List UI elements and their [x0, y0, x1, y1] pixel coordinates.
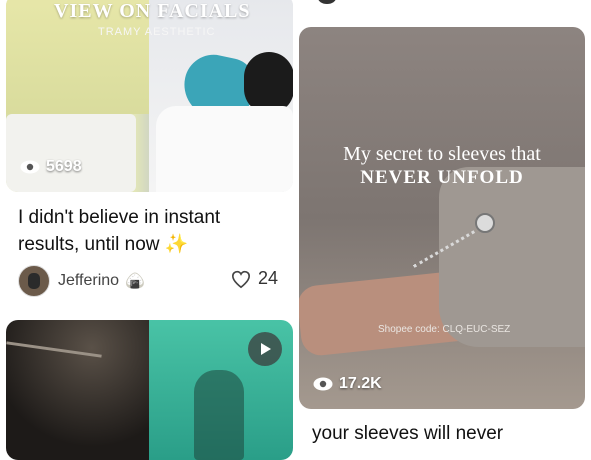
eye-icon — [20, 160, 40, 174]
heart-icon — [231, 270, 251, 288]
view-count: 17.2K — [313, 375, 382, 393]
avatar-partial — [318, 0, 336, 4]
title-line1: your sleeves will never — [312, 423, 504, 444]
overlay-brand: TRAMY AESTHETIC — [98, 26, 216, 38]
view-count: 5698 — [20, 158, 82, 176]
like-count: 24 — [258, 268, 279, 288]
eye-icon — [313, 377, 333, 391]
view-count-value: 17.2K — [339, 375, 382, 392]
play-icon — [261, 343, 271, 355]
hair — [244, 52, 293, 114]
shop-code: Shopee code: CLQ-EUC-SEZ — [378, 324, 511, 335]
clip-button — [475, 213, 495, 233]
overlay-line2: NEVER UNFOLD — [360, 167, 524, 188]
post-title[interactable]: I didn't believe in instant results, unt… — [18, 204, 288, 258]
avatar — [18, 265, 50, 297]
overlay-title: VIEW ON FACIALS — [54, 0, 251, 22]
author-row[interactable]: Jefferino 🍙 — [18, 265, 145, 297]
clinic-bed — [6, 114, 136, 192]
onigiri-icon: 🍙 — [125, 273, 145, 290]
sparkle-icon: ✨ — [164, 234, 189, 255]
sleeve — [439, 167, 585, 347]
author-name: Jefferino — [58, 272, 120, 289]
video-left-scene — [6, 320, 149, 460]
silhouette — [194, 370, 244, 460]
title-line2: results, until now — [18, 234, 160, 255]
post-card-sleeves[interactable]: My secret to sleeves that NEVER UNFOLD S… — [299, 27, 585, 409]
like-button[interactable]: 24 — [230, 268, 278, 289]
view-count-value: 5698 — [46, 158, 82, 175]
play-button[interactable] — [248, 332, 282, 366]
post-card-facials[interactable]: VIEW ON FACIALS TRAMY AESTHETIC 5698 — [6, 0, 293, 192]
post-card-video[interactable] — [6, 320, 293, 460]
towel — [156, 106, 293, 192]
title-line1: I didn't believe in instant — [18, 207, 221, 228]
overlay-line1: My secret to sleeves that — [343, 143, 541, 165]
